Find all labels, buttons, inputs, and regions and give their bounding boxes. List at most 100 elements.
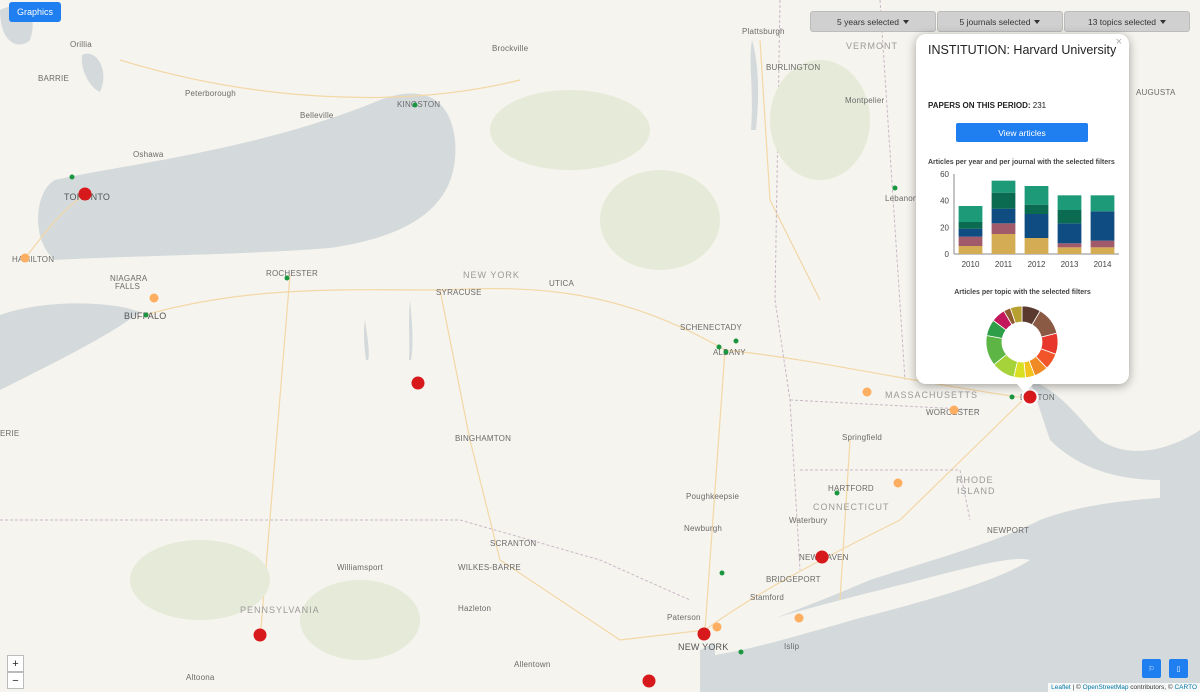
panel-icon-button[interactable]: ▯ — [1169, 659, 1188, 678]
bar-segment[interactable] — [991, 208, 1016, 224]
bar-chart-title: Articles per year and per journal with t… — [928, 159, 1115, 166]
label-bridgeport: BRIDGEPORT — [766, 575, 821, 584]
bar-segment[interactable] — [1057, 210, 1082, 224]
journals-filter-label: 5 journals selected — [959, 16, 1031, 27]
map-marker[interactable] — [949, 405, 959, 415]
map-marker[interactable] — [719, 570, 725, 576]
map-marker[interactable] — [716, 344, 722, 350]
label-lebanon: Lebanon — [885, 194, 918, 203]
bar-segment[interactable] — [1057, 195, 1082, 210]
label-plattsburgh: Plattsburgh — [742, 27, 785, 36]
bar-segment[interactable] — [1090, 247, 1115, 254]
label-williamsport: Williamsport — [337, 563, 383, 572]
map-marker[interactable] — [723, 349, 729, 355]
label-belleville: Belleville — [300, 111, 334, 120]
label-hazleton: Hazleton — [458, 604, 492, 613]
leaflet-link[interactable]: Leaflet — [1051, 684, 1071, 691]
map-marker[interactable] — [78, 187, 92, 201]
map-marker[interactable] — [815, 550, 829, 564]
bar-segment[interactable] — [1090, 240, 1115, 248]
y-tick-label: 0 — [945, 250, 950, 259]
bar-segment[interactable] — [991, 192, 1016, 209]
bar-segment[interactable] — [1024, 214, 1049, 238]
years-filter-label: 5 years selected — [837, 16, 899, 27]
bar-segment[interactable] — [1024, 204, 1049, 214]
topics-filter-dropdown[interactable]: 13 topics selected — [1064, 11, 1190, 32]
journals-filter-dropdown[interactable]: 5 journals selected — [937, 11, 1063, 32]
topics-filter-label: 13 topics selected — [1087, 16, 1157, 27]
donut-chart — [985, 305, 1059, 379]
label-newburgh: Newburgh — [684, 524, 723, 533]
papers-label: PAPERS ON THIS PERIOD: — [928, 101, 1031, 110]
map-marker[interactable] — [149, 293, 159, 303]
map-marker[interactable] — [834, 490, 840, 496]
bar-segment[interactable] — [958, 236, 983, 246]
bar-segment[interactable] — [991, 223, 1016, 234]
bar-segment[interactable] — [958, 228, 983, 237]
label-massachusetts: MASSACHUSETTS — [885, 390, 979, 400]
bar-segment[interactable] — [1090, 195, 1115, 212]
label-islip: Islip — [784, 642, 800, 651]
map-marker[interactable] — [712, 622, 722, 632]
map-marker[interactable] — [253, 628, 267, 642]
zoom-in-button[interactable]: + — [7, 655, 24, 672]
y-tick-label: 40 — [940, 197, 949, 206]
label-allentown: Allentown — [514, 660, 551, 669]
popup-tip — [1016, 383, 1034, 393]
bar-segment[interactable] — [991, 180, 1016, 193]
label-scranton: SCRANTON — [490, 539, 537, 548]
label-montpelier: Montpelier — [845, 96, 885, 105]
map-marker[interactable] — [412, 102, 418, 108]
donut-chart-title: Articles per topic with the selected fil… — [954, 289, 1091, 296]
bar-segment[interactable] — [1057, 223, 1082, 244]
bar-segment[interactable] — [958, 246, 983, 254]
map-marker[interactable] — [892, 185, 898, 191]
osm-link[interactable]: OpenStreetMap — [1083, 684, 1129, 691]
bar-segment[interactable] — [991, 234, 1016, 254]
label-altoona: Altoona — [186, 673, 215, 682]
bar-segment[interactable] — [1057, 243, 1082, 248]
label-vermont: VERMONT — [846, 41, 898, 51]
bar-segment[interactable] — [1024, 186, 1049, 205]
carto-link[interactable]: CARTO — [1174, 684, 1197, 691]
map-marker[interactable] — [411, 376, 425, 390]
flag-icon-button[interactable]: ⚐ — [1142, 659, 1161, 678]
label-waterbury: Waterbury — [789, 516, 828, 525]
label-new-york-city: NEW YORK — [678, 642, 729, 652]
label-wilkes-barre: WILKES-BARRE — [458, 563, 521, 572]
label-utica: UTICA — [549, 279, 574, 288]
map-marker[interactable] — [69, 174, 75, 180]
zoom-out-button[interactable]: − — [7, 672, 24, 689]
bar-segment[interactable] — [958, 222, 983, 229]
bar-segment[interactable] — [1024, 238, 1049, 254]
x-tick-label: 2010 — [962, 260, 980, 269]
bar-segment[interactable] — [958, 206, 983, 222]
label-newport: NEWPORT — [987, 526, 1030, 535]
label-pennsylvania: PENNSYLVANIA — [240, 605, 320, 615]
attribution: Leaflet | © OpenStreetMap contributors, … — [1048, 683, 1200, 692]
view-articles-button[interactable]: View articles — [956, 123, 1088, 142]
label-barrie: BARRIE — [38, 74, 69, 83]
map-marker[interactable] — [697, 627, 711, 641]
y-tick-label: 60 — [940, 170, 949, 179]
institution-popup: × INSTITUTION: Harvard University PAPERS… — [916, 34, 1129, 393]
label-springfield: Springfield — [842, 433, 883, 442]
graphics-button[interactable]: Graphics — [9, 2, 62, 22]
map-marker[interactable] — [862, 387, 872, 397]
label-connecticut: CONNECTICUT — [813, 502, 890, 512]
map-marker[interactable] — [1009, 394, 1015, 400]
map-marker[interactable] — [893, 478, 903, 488]
map-marker[interactable] — [143, 312, 149, 318]
chevron-down-icon — [902, 19, 909, 24]
map-marker[interactable] — [642, 674, 656, 688]
map-marker[interactable] — [733, 338, 739, 344]
bar-chart: 0 20 40 60 2010 2011 2012 2013 2014 — [940, 170, 1119, 269]
bar-segment[interactable] — [1057, 247, 1082, 254]
map-marker[interactable] — [738, 649, 744, 655]
map-marker[interactable] — [794, 613, 804, 623]
map-marker[interactable] — [284, 275, 290, 281]
bar-segment[interactable] — [1090, 211, 1115, 241]
years-filter-dropdown[interactable]: 5 years selected — [810, 11, 936, 32]
label-binghamton: BINGHAMTON — [455, 434, 512, 443]
map-marker[interactable] — [20, 253, 30, 263]
